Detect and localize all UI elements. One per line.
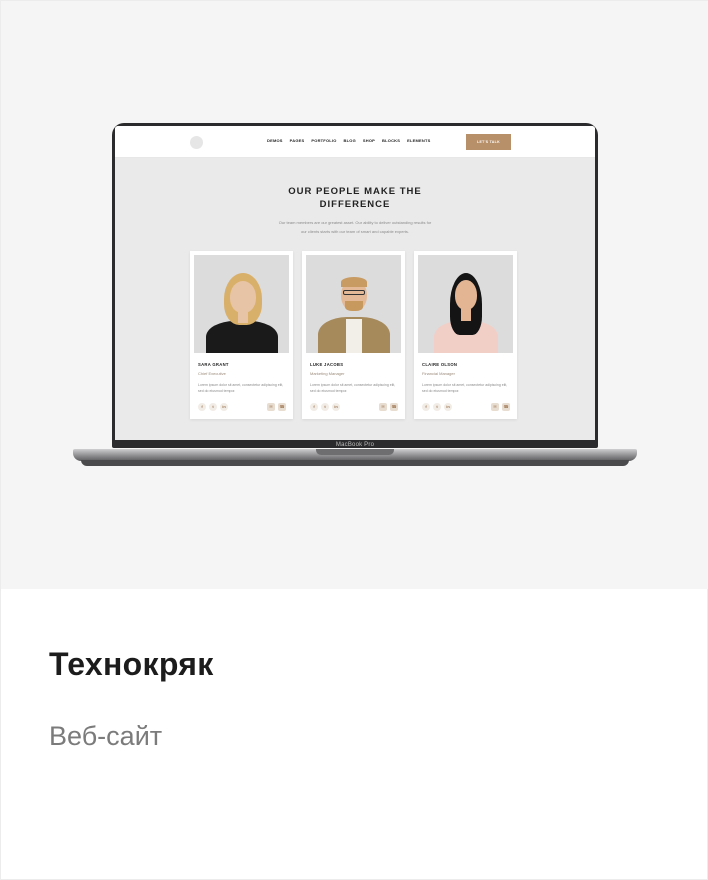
site-heading-line2: DIFFERENCE [319, 199, 391, 210]
member-contacts: ✉ ☎ [491, 403, 510, 411]
project-title[interactable]: Технокряк [49, 646, 214, 683]
nav-item-pages: PAGES [289, 138, 305, 143]
phone-icon: ☎ [502, 403, 510, 411]
member-contacts: ✉ ☎ [267, 403, 286, 411]
mail-icon: ✉ [379, 403, 387, 411]
linkedin-icon: in [332, 403, 340, 411]
laptop-foot [81, 460, 629, 466]
linkedin-icon: in [220, 403, 228, 411]
member-socials: f t in [198, 403, 228, 411]
site-cta-button: LET'S TALK [466, 134, 511, 150]
team-member-card: LUKE JACOBS Marketing Manager Lorem ipsu… [302, 251, 405, 419]
portfolio-card[interactable]: DEMOS PAGES PORTFOLIO BLOG SHOP BLOCKS E… [0, 0, 708, 880]
site-logo [190, 136, 203, 149]
twitter-icon: t [321, 403, 329, 411]
linkedin-icon: in [444, 403, 452, 411]
member-photo [418, 255, 513, 353]
site-subtitle-line1: Our team members are our greatest asset.… [278, 220, 432, 225]
member-role: Chief Executive [198, 371, 226, 376]
member-name: SARA GRANT [198, 362, 229, 367]
twitter-icon: t [209, 403, 217, 411]
member-bio: Lorem ipsum dolor sit amet, consectetur … [422, 383, 508, 393]
member-name: LUKE JACOBS [310, 362, 344, 367]
project-category: Веб-сайт [49, 721, 163, 751]
site-heading: OUR PEOPLE MAKE THE DIFFERENCE [265, 185, 445, 211]
laptop-screen: DEMOS PAGES PORTFOLIO BLOG SHOP BLOCKS E… [115, 126, 595, 440]
nav-item-portfolio: PORTFOLIO [311, 138, 337, 143]
member-photo [194, 255, 289, 353]
nav-item-elements: ELEMENTS [407, 138, 431, 143]
facebook-icon: f [422, 403, 430, 411]
phone-icon: ☎ [278, 403, 286, 411]
phone-icon: ☎ [390, 403, 398, 411]
member-socials: f t in [310, 403, 340, 411]
mail-icon: ✉ [267, 403, 275, 411]
site-header: DEMOS PAGES PORTFOLIO BLOG SHOP BLOCKS E… [115, 126, 595, 158]
site-heading-line1: OUR PEOPLE MAKE THE [288, 186, 422, 197]
member-bio: Lorem ipsum dolor sit amet, consectetur … [310, 383, 396, 393]
nav-item-demos: DEMOS [267, 138, 283, 143]
team-member-card: CLAIRE OLSON Financial Manager Lorem ips… [414, 251, 517, 419]
member-bio: Lorem ipsum dolor sit amet, consectetur … [198, 383, 284, 393]
member-photo [306, 255, 401, 353]
site-subtitle: Our team members are our greatest asset.… [267, 218, 443, 236]
laptop-notch [316, 449, 394, 455]
facebook-icon: f [198, 403, 206, 411]
member-name: CLAIRE OLSON [422, 362, 458, 367]
nav-item-blog: BLOG [343, 138, 356, 143]
member-socials: f t in [422, 403, 452, 411]
team-member-card: SARA GRANT Chief Executive Lorem ipsum d… [190, 251, 293, 419]
nav-item-shop: SHOP [362, 138, 376, 143]
facebook-icon: f [310, 403, 318, 411]
nav-item-blocks: BLOCKS [382, 138, 401, 143]
site-subtitle-line2: our clients starts with our team of smar… [300, 229, 410, 234]
member-role: Marketing Manager [310, 371, 345, 376]
twitter-icon: t [433, 403, 441, 411]
mail-icon: ✉ [491, 403, 499, 411]
project-preview[interactable]: DEMOS PAGES PORTFOLIO BLOG SHOP BLOCKS E… [1, 1, 708, 589]
member-role: Financial Manager [422, 371, 455, 376]
site-nav: DEMOS PAGES PORTFOLIO BLOG SHOP BLOCKS E… [267, 138, 431, 143]
member-contacts: ✉ ☎ [379, 403, 398, 411]
